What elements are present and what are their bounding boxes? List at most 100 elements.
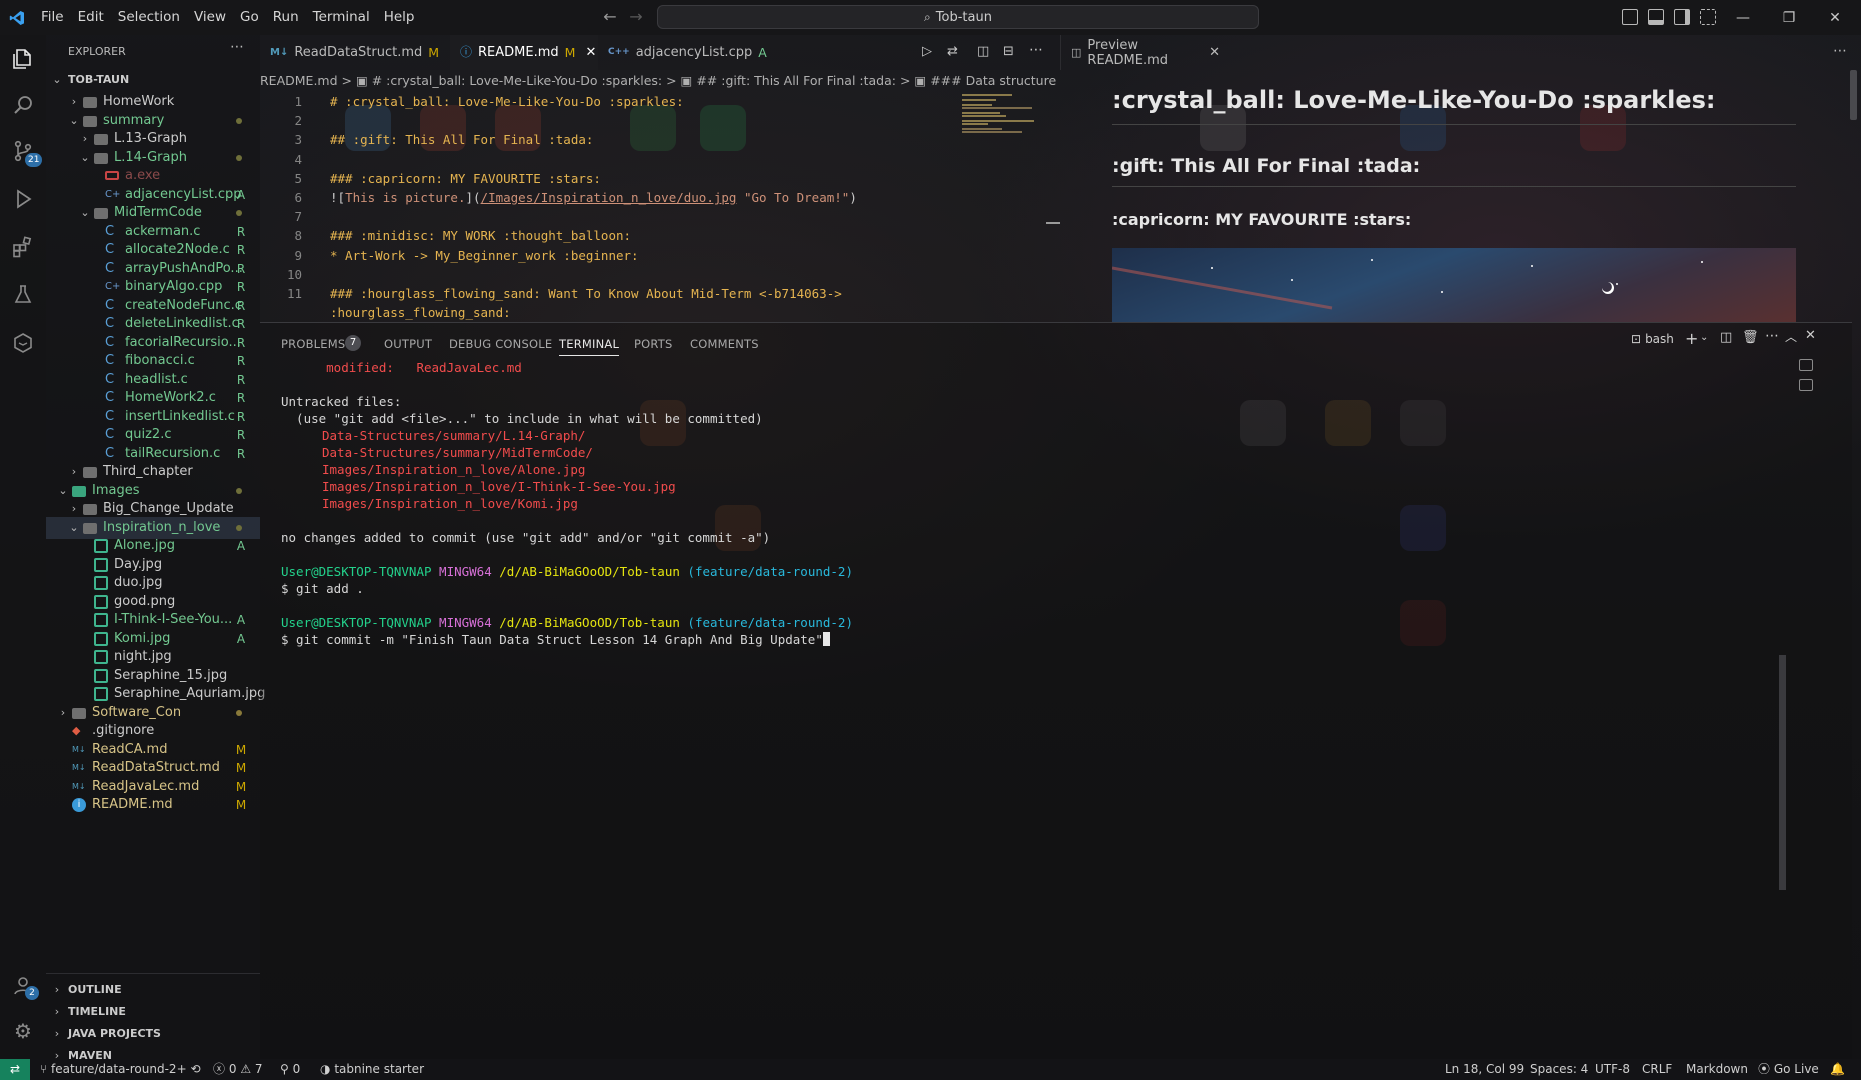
- toggle-secondary-sidebar-icon[interactable]: [1674, 9, 1690, 25]
- menu-selection[interactable]: Selection: [111, 0, 187, 35]
- menu-help[interactable]: Help: [377, 0, 422, 35]
- maximize-panel-icon[interactable]: ︿: [1785, 328, 1797, 345]
- toggle-sidebar-icon[interactable]: [1622, 9, 1638, 25]
- toggle-panel-icon[interactable]: [1648, 9, 1664, 25]
- preview-more-icon[interactable]: ⋯: [1833, 43, 1847, 59]
- compare-changes-icon[interactable]: ⇄: [947, 44, 958, 59]
- tab-readme[interactable]: ⓘ README.md M ✕: [450, 35, 598, 70]
- timeline-section[interactable]: › TIMELINE: [46, 1001, 260, 1023]
- ports-indicator[interactable]: ⚲ 0: [280, 1059, 300, 1080]
- code-line[interactable]: 8 ### :minidisc: MY WORK :thought_balloon…: [260, 226, 1060, 245]
- tree-file[interactable]: i README.md M: [46, 794, 260, 816]
- remote-indicator-icon[interactable]: ⇄: [0, 1059, 30, 1080]
- tab-debug-console[interactable]: DEBUG CONSOLE: [449, 337, 552, 351]
- code-line[interactable]: 5 ### :capricorn: MY FAVOURITE :stars:: [260, 169, 1060, 188]
- indentation[interactable]: Spaces: 4: [1530, 1059, 1588, 1080]
- search-sidebar-icon[interactable]: [11, 93, 35, 117]
- outline-section[interactable]: › OUTLINE: [46, 979, 260, 1001]
- menu-terminal[interactable]: Terminal: [306, 0, 377, 35]
- tab-label: README.md: [478, 45, 559, 60]
- preview-scrollbar[interactable]: [1850, 70, 1857, 120]
- markdown-file-icon: M↓: [72, 781, 86, 791]
- go-live-button[interactable]: ⦿ Go Live: [1758, 1059, 1819, 1080]
- extensions-icon[interactable]: [11, 235, 35, 259]
- panel-more-icon[interactable]: ⋯: [1765, 328, 1779, 344]
- source-control-icon[interactable]: 21: [11, 139, 43, 167]
- manage-gear-icon[interactable]: ⚙: [11, 1019, 35, 1043]
- split-terminal-icon[interactable]: ◫: [1720, 330, 1732, 345]
- command-center-search[interactable]: ⌕ Tob-taun: [657, 5, 1259, 29]
- close-window-icon[interactable]: ✕: [1812, 0, 1858, 35]
- code-line[interactable]: 11 ### :hourglass_flowing_sand: Want To K…: [260, 284, 1060, 303]
- terminal-scrollbar[interactable]: [1779, 655, 1786, 890]
- code-line[interactable]: 9 * Art-Work -> My_Beginner_work :beginne…: [260, 246, 1060, 265]
- code-line[interactable]: 3 ## :gift: This All For Final :tada:: [260, 130, 1060, 149]
- restore-icon[interactable]: ❐: [1766, 0, 1812, 35]
- code-line[interactable]: 7: [260, 207, 1060, 226]
- code-line[interactable]: 1 # :crystal_ball: Love-Me-Like-You-Do :s…: [260, 92, 1060, 111]
- explorer-root[interactable]: ⌄ TOB-TAUN: [46, 69, 260, 91]
- minimap[interactable]: [960, 92, 1046, 152]
- source-control-badge: 21: [25, 153, 43, 167]
- code-line[interactable]: 10: [260, 265, 1060, 284]
- prompt-user: User@DESKTOP-TQNVNAP: [281, 564, 432, 579]
- editor-more-icon[interactable]: ⋯: [1029, 42, 1043, 58]
- line-endings[interactable]: CRLF: [1642, 1059, 1672, 1080]
- tab-adjacencylist[interactable]: C++ adjacencyList.cpp A: [598, 35, 767, 70]
- explorer-more-icon[interactable]: ⋯: [230, 39, 244, 55]
- split-editor-icon[interactable]: ⊟: [1003, 44, 1014, 59]
- testing-flask-icon[interactable]: [11, 283, 35, 307]
- code-line[interactable]: :hourglass_flowing_sand:: [260, 303, 1060, 322]
- code-editor[interactable]: 1 # :crystal_ball: Love-Me-Like-You-Do :s…: [260, 92, 1060, 320]
- tab-terminal[interactable]: TERMINAL: [559, 337, 620, 356]
- problems-indicator[interactable]: ⓧ 0 ⚠ 7: [213, 1059, 263, 1080]
- close-tab-icon[interactable]: ✕: [585, 35, 596, 70]
- close-preview-icon[interactable]: ✕: [1209, 45, 1220, 60]
- tab-comments[interactable]: COMMENTS: [690, 337, 759, 351]
- menu-run[interactable]: Run: [266, 0, 306, 35]
- forward-arrow-icon[interactable]: →: [626, 7, 646, 27]
- menu-file[interactable]: File: [34, 0, 71, 35]
- close-panel-icon[interactable]: ✕: [1805, 328, 1816, 343]
- chevron-down-icon[interactable]: ⌄: [1700, 332, 1708, 343]
- cursor-position[interactable]: Ln 18, Col 99: [1445, 1059, 1524, 1080]
- code-line[interactable]: 4: [260, 150, 1060, 169]
- c-file-icon: C: [105, 297, 115, 313]
- accounts-icon[interactable]: 2: [11, 973, 39, 1000]
- breadcrumb[interactable]: README.md > ▣ # :crystal_ball: Love-Me-L…: [260, 70, 1060, 92]
- customize-layout-icon[interactable]: [1700, 9, 1716, 25]
- kill-terminal-icon[interactable]: 🗑: [1742, 330, 1759, 345]
- tab-preview-readme[interactable]: ◫ Preview README.md ✕: [1060, 35, 1220, 70]
- java-projects-section[interactable]: › JAVA PROJECTS: [46, 1023, 260, 1045]
- tabnine-indicator[interactable]: ◑ tabnine starter: [320, 1059, 424, 1080]
- tab-readdatastruct[interactable]: M↓ ReadDataStruct.md M: [260, 35, 450, 70]
- language-mode[interactable]: Markdown: [1686, 1059, 1748, 1080]
- code-line[interactable]: 2: [260, 111, 1060, 130]
- tab-ports[interactable]: PORTS: [634, 337, 672, 351]
- menu-edit[interactable]: Edit: [71, 0, 111, 35]
- image-file-icon: [94, 594, 108, 609]
- terminal-instance-icon[interactable]: [1799, 359, 1813, 371]
- code-token: ](: [465, 190, 481, 205]
- run-icon[interactable]: ▷: [922, 44, 932, 59]
- terminal-instance-icon[interactable]: [1799, 379, 1813, 391]
- menu-view[interactable]: View: [187, 0, 233, 35]
- encoding[interactable]: UTF-8: [1595, 1059, 1630, 1080]
- line-number: 8: [294, 228, 302, 244]
- open-preview-icon[interactable]: ◫: [977, 44, 989, 59]
- markdown-preview[interactable]: :crystal_ball: Love-Me-Like-You-Do :spar…: [1060, 70, 1861, 322]
- notifications-bell-icon[interactable]: 🔔: [1830, 1059, 1845, 1080]
- minimize-icon[interactable]: —: [1720, 0, 1766, 35]
- run-debug-icon[interactable]: [11, 187, 35, 211]
- new-terminal-icon[interactable]: +: [1685, 329, 1698, 348]
- code-line[interactable]: 6 ![This is picture.](/Images/Inspiration…: [260, 188, 1060, 207]
- back-arrow-icon[interactable]: ←: [600, 7, 620, 27]
- branch-indicator[interactable]: ⑂ feature/data-round-2+ ⟲: [40, 1059, 201, 1080]
- terminal-shell-selector[interactable]: ⊡ bash: [1631, 332, 1674, 346]
- tab-output[interactable]: OUTPUT: [384, 337, 432, 351]
- tab-problems[interactable]: PROBLEMS: [281, 337, 345, 351]
- menu-go[interactable]: Go: [233, 0, 266, 35]
- remote-explorer-icon[interactable]: [11, 331, 35, 355]
- explorer-icon[interactable]: [11, 47, 35, 71]
- image-file-icon: [94, 668, 108, 683]
